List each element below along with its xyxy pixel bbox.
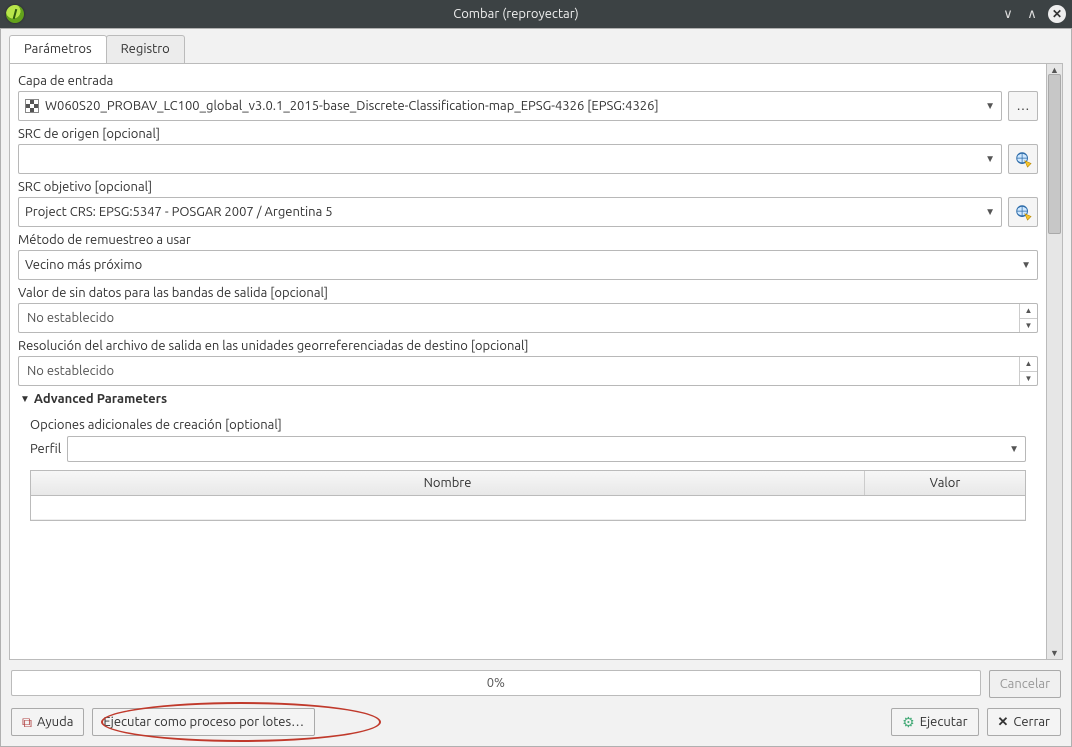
- raster-icon: [25, 99, 39, 113]
- help-button[interactable]: ⧉ Ayuda: [11, 708, 84, 736]
- run-button[interactable]: ⚙ Ejecutar: [891, 708, 978, 736]
- close-button[interactable]: ✕ Cerrar: [987, 708, 1062, 736]
- label-create-opts: Opciones adicionales de creación [option…: [30, 418, 1026, 432]
- progress-bar: 0%: [11, 670, 981, 696]
- qgis-icon: [6, 5, 24, 23]
- advanced-parameters-body: Opciones adicionales de creación [option…: [22, 412, 1034, 527]
- run-label: Ejecutar: [920, 715, 968, 729]
- resolution-spinbox[interactable]: No establecido ▲ ▼: [18, 356, 1038, 386]
- resolution-value: No establecido: [19, 357, 1019, 385]
- parameters-panel: Capa de entrada W060S20_PROBAV_LC100_glo…: [9, 63, 1047, 660]
- window-title: Combar (reproyectar): [32, 7, 1000, 21]
- nodata-spinbox[interactable]: No establecido ▲ ▼: [18, 303, 1038, 333]
- label-input-layer: Capa de entrada: [18, 74, 1038, 88]
- gear-icon: ⚙: [902, 714, 915, 731]
- label-profile: Perfil: [30, 442, 61, 456]
- source-crs-pick-button[interactable]: [1008, 144, 1038, 174]
- chevron-down-icon: ▼: [1009, 443, 1019, 455]
- spin-down-button[interactable]: ▼: [1020, 372, 1037, 386]
- label-source-crs: SRC de origen [opcional]: [18, 127, 1038, 141]
- spin-down-button[interactable]: ▼: [1020, 319, 1037, 333]
- label-resolution: Resolución del archivo de salida en las …: [18, 339, 1038, 353]
- dialog-window: Parámetros Registro Capa de entrada W060…: [0, 28, 1072, 747]
- more-label: …: [1017, 99, 1030, 113]
- label-nodata: Valor de sin datos para las bandas de sa…: [18, 286, 1038, 300]
- cancel-button: Cancelar: [989, 670, 1061, 698]
- col-name: Nombre: [31, 471, 865, 495]
- advanced-label: Advanced Parameters: [34, 392, 167, 406]
- nodata-value: No establecido: [19, 304, 1019, 332]
- tab-parameters[interactable]: Parámetros: [9, 35, 107, 63]
- chevron-down-icon: ▼: [985, 206, 995, 218]
- input-layer-more-button[interactable]: …: [1008, 91, 1038, 121]
- help-label: Ayuda: [37, 715, 73, 729]
- profile-combo[interactable]: ▼: [67, 436, 1026, 462]
- minimize-button[interactable]: ∨: [1000, 6, 1016, 22]
- tab-log[interactable]: Registro: [106, 35, 185, 63]
- source-crs-combo[interactable]: ▼: [18, 144, 1002, 174]
- maximize-button[interactable]: ∧: [1024, 6, 1040, 22]
- triangle-down-icon: ▼: [20, 393, 30, 405]
- run-batch-button[interactable]: Ejecutar como proceso por lotes…: [92, 708, 315, 736]
- chevron-down-icon: ▼: [1021, 259, 1031, 271]
- close-icon: ✕: [998, 715, 1009, 730]
- chevron-down-icon: ▼: [985, 153, 995, 165]
- col-value: Valor: [865, 471, 1025, 495]
- close-label: Cerrar: [1013, 715, 1050, 729]
- target-crs-value: Project CRS: EPSG:5347 - POSGAR 2007 / A…: [25, 205, 333, 219]
- progress-text: 0%: [487, 676, 505, 690]
- resample-combo[interactable]: Vecino más próximo ▼: [18, 250, 1038, 280]
- target-crs-combo[interactable]: Project CRS: EPSG:5347 - POSGAR 2007 / A…: [18, 197, 1002, 227]
- input-layer-combo[interactable]: W060S20_PROBAV_LC100_global_v3.0.1_2015-…: [18, 91, 1002, 121]
- chevron-down-icon: ▼: [985, 100, 995, 112]
- resample-value: Vecino más próximo: [25, 258, 142, 272]
- close-window-button[interactable]: ✕: [1048, 5, 1066, 23]
- label-resample: Método de remuestreo a usar: [18, 233, 1038, 247]
- label-target-crs: SRC objetivo [opcional]: [18, 180, 1038, 194]
- advanced-parameters-toggle[interactable]: ▼ Advanced Parameters: [18, 386, 1038, 412]
- batch-label: Ejecutar como proceso por lotes…: [103, 715, 304, 729]
- scroll-down-arrow[interactable]: ▼: [1047, 647, 1062, 659]
- scroll-thumb[interactable]: [1048, 74, 1061, 234]
- spin-up-button[interactable]: ▲: [1020, 304, 1037, 319]
- crs-globe-icon: [1014, 203, 1032, 221]
- target-crs-pick-button[interactable]: [1008, 197, 1038, 227]
- vertical-scrollbar[interactable]: ▲ ▼: [1047, 63, 1063, 660]
- creation-options-table[interactable]: Nombre Valor: [30, 470, 1026, 521]
- dialog-footer: 0% Cancelar ⧉ Ayuda Ejecutar como proces…: [1, 660, 1071, 746]
- cancel-label: Cancelar: [1000, 677, 1050, 691]
- crs-globe-icon: [1014, 150, 1032, 168]
- help-icon: ⧉: [22, 715, 32, 729]
- table-row[interactable]: [31, 496, 1025, 520]
- input-layer-value: W060S20_PROBAV_LC100_global_v3.0.1_2015-…: [45, 99, 659, 113]
- tab-bar: Parámetros Registro: [1, 29, 1071, 63]
- title-bar: Combar (reproyectar) ∨ ∧ ✕: [0, 0, 1072, 28]
- spin-up-button[interactable]: ▲: [1020, 357, 1037, 372]
